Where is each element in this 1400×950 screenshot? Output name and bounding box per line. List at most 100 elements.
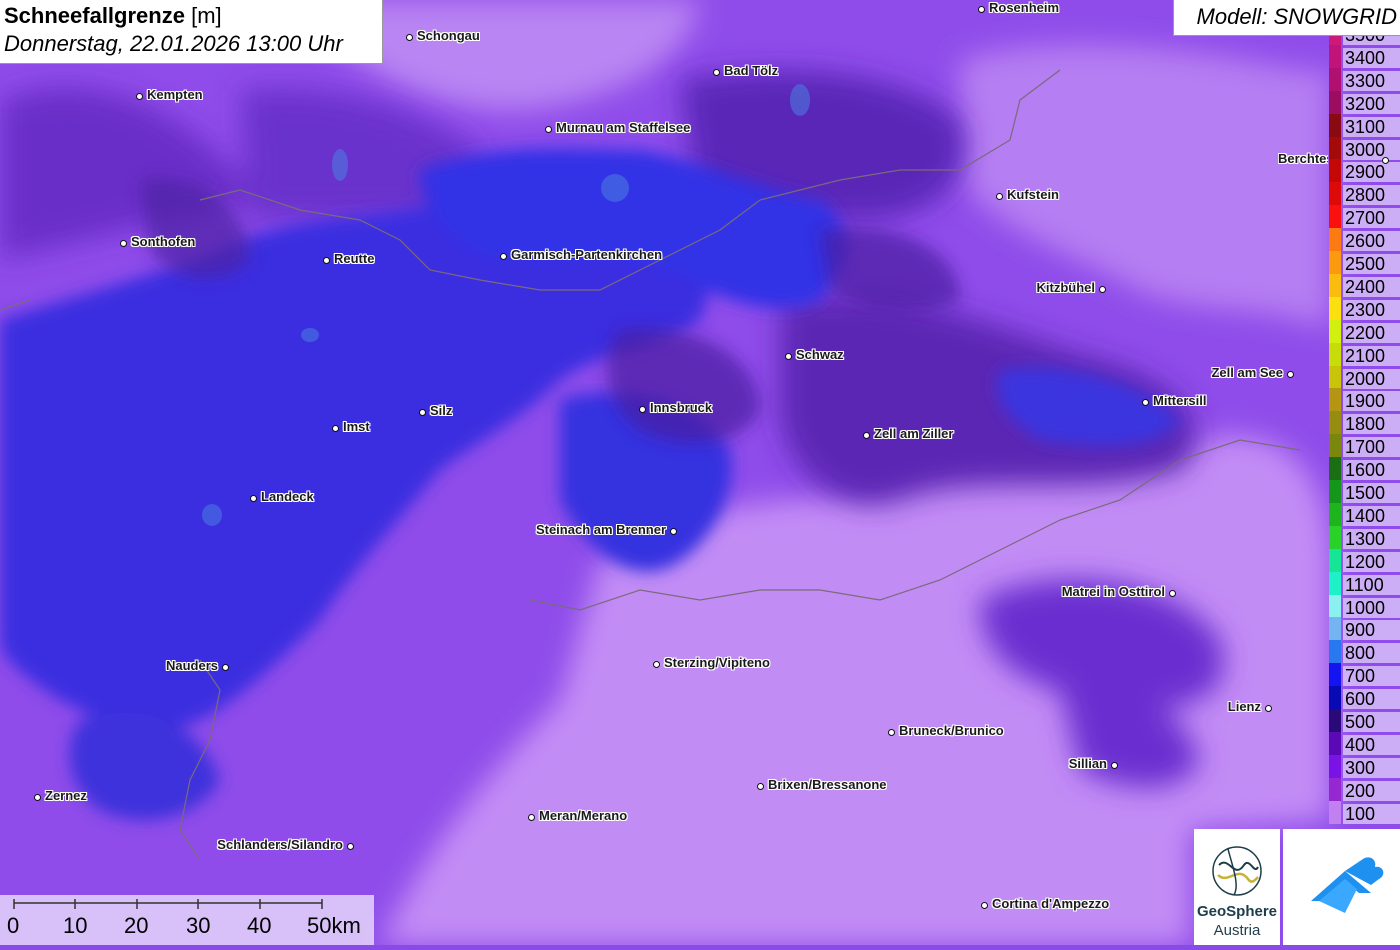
legend-label: 1100 xyxy=(1343,574,1400,595)
legend-label: 3100 xyxy=(1343,116,1400,137)
city-dot-icon[interactable] xyxy=(977,5,985,13)
legend-swatch xyxy=(1329,548,1341,572)
city-dot-icon[interactable] xyxy=(346,842,354,850)
city-label[interactable]: Rosenheim xyxy=(989,1,1059,15)
city-label[interactable]: Bad Tölz xyxy=(724,64,778,78)
scale-tick-label: 50km xyxy=(307,913,361,938)
legend-entry: 900 xyxy=(1329,617,1400,641)
legend-swatch xyxy=(1329,36,1341,45)
city-label[interactable]: Sillian xyxy=(1069,757,1107,771)
city-dot-icon[interactable] xyxy=(995,192,1003,200)
city-label[interactable]: Zell am See xyxy=(1211,366,1283,380)
city-dot-icon[interactable] xyxy=(638,405,646,413)
city-label[interactable]: Murnau am Staffelsee xyxy=(556,121,690,135)
legend-swatch xyxy=(1329,731,1341,755)
city-label[interactable]: Garmisch-Partenkirchen xyxy=(511,248,662,262)
legend-entry: 1200 xyxy=(1329,548,1400,572)
city-dot-icon[interactable] xyxy=(544,125,552,133)
city-label[interactable]: Berchtesgaden xyxy=(1278,152,1328,166)
city-dot-icon[interactable] xyxy=(1110,761,1118,769)
legend-swatch xyxy=(1329,228,1341,252)
city-label[interactable]: Kitzbühel xyxy=(1037,281,1096,295)
city-label[interactable]: Zell am Ziller xyxy=(874,427,953,441)
geosphere-country: Austria xyxy=(1213,922,1261,939)
scale-bar: 0 10 20 30 40 50km xyxy=(0,895,374,945)
city-dot-icon[interactable] xyxy=(652,660,660,668)
city-dot-icon[interactable] xyxy=(1381,156,1389,164)
city-label[interactable]: Sonthofen xyxy=(131,235,195,249)
city-label[interactable]: Schongau xyxy=(417,29,480,43)
map-title: Schneefallgrenze [m] xyxy=(4,3,222,29)
legend-label: 3500 xyxy=(1343,36,1400,45)
city-label[interactable]: Kufstein xyxy=(1007,188,1059,202)
city-label[interactable]: Kempten xyxy=(147,88,203,102)
city-dot-icon[interactable] xyxy=(1098,285,1106,293)
city-dot-icon[interactable] xyxy=(249,494,257,502)
city-label[interactable]: Steinach am Brenner xyxy=(536,523,666,537)
legend-swatch xyxy=(1329,342,1341,366)
legend-entry: 3100 xyxy=(1329,113,1400,137)
model-label: Modell: SNOWGRID xyxy=(1196,4,1397,29)
legend-swatch xyxy=(1329,296,1341,320)
city-dot-icon[interactable] xyxy=(712,68,720,76)
legend-swatch xyxy=(1329,640,1341,664)
city-dot-icon[interactable] xyxy=(887,728,895,736)
city-dot-icon[interactable] xyxy=(322,256,330,264)
city-label[interactable]: Brixen/Bressanone xyxy=(768,778,887,792)
city-dot-icon[interactable] xyxy=(527,813,535,821)
city-label[interactable]: Schwaz xyxy=(796,348,844,362)
city-dot-icon[interactable] xyxy=(1264,704,1272,712)
legend-entry: 3000 xyxy=(1329,136,1400,160)
city-label[interactable]: Silz xyxy=(430,404,452,418)
legend-entry: 1800 xyxy=(1329,411,1400,435)
city-label[interactable]: Imst xyxy=(343,420,370,434)
legend-entry: 200 xyxy=(1329,777,1400,801)
legend-entry: 1600 xyxy=(1329,457,1400,481)
geosphere-logo[interactable]: GeoSphere Austria xyxy=(1194,829,1280,945)
city-label[interactable]: Sterzing/Vipiteno xyxy=(664,656,770,670)
city-label[interactable]: Nauders xyxy=(166,659,218,673)
city-dot-icon[interactable] xyxy=(669,527,677,535)
legend-swatch xyxy=(1329,457,1341,481)
legend-swatch xyxy=(1329,502,1341,526)
legend-label: 2900 xyxy=(1343,162,1400,183)
city-dot-icon[interactable] xyxy=(980,901,988,909)
city-label[interactable]: Matrei in Osttirol xyxy=(1062,585,1165,599)
legend-label: 2000 xyxy=(1343,368,1400,389)
city-dot-icon[interactable] xyxy=(418,408,426,416)
city-dot-icon[interactable] xyxy=(756,782,764,790)
weather-service-logo[interactable] xyxy=(1283,829,1400,945)
city-dot-icon[interactable] xyxy=(1141,398,1149,406)
city-dot-icon[interactable] xyxy=(1168,589,1176,597)
city-label[interactable]: Schlanders/Silandro xyxy=(217,838,343,852)
legend-swatch xyxy=(1329,709,1341,732)
city-label[interactable]: Mittersill xyxy=(1153,394,1206,408)
city-dot-icon[interactable] xyxy=(1286,370,1294,378)
legend-swatch xyxy=(1329,754,1341,778)
legend-label: 1700 xyxy=(1343,437,1400,458)
city-label[interactable]: Landeck xyxy=(261,490,314,504)
legend-entry: 2600 xyxy=(1329,228,1400,252)
city-dot-icon[interactable] xyxy=(784,352,792,360)
legend-label: 2400 xyxy=(1343,276,1400,297)
legend-entry: 2400 xyxy=(1329,273,1400,297)
snowline-map[interactable] xyxy=(0,0,1400,945)
city-label[interactable]: Reutte xyxy=(334,252,374,266)
city-label[interactable]: Innsbruck xyxy=(650,401,712,415)
city-dot-icon[interactable] xyxy=(221,663,229,671)
model-box: Modell: SNOWGRID xyxy=(1173,0,1400,36)
city-label[interactable]: Bruneck/Brunico xyxy=(899,724,1004,738)
city-dot-icon[interactable] xyxy=(405,33,413,41)
city-dot-icon[interactable] xyxy=(119,239,127,247)
city-dot-icon[interactable] xyxy=(331,424,339,432)
city-label[interactable]: Cortina d'Ampezzo xyxy=(992,897,1109,911)
legend-entry: 3400 xyxy=(1329,44,1400,68)
city-dot-icon[interactable] xyxy=(499,252,507,260)
city-label[interactable]: Zernez xyxy=(45,789,87,803)
city-dot-icon[interactable] xyxy=(135,92,143,100)
city-label[interactable]: Lienz xyxy=(1228,700,1261,714)
city-dot-icon[interactable] xyxy=(33,793,41,801)
city-label[interactable]: Meran/Merano xyxy=(539,809,627,823)
city-dot-icon[interactable] xyxy=(862,431,870,439)
legend-swatch xyxy=(1329,388,1341,412)
